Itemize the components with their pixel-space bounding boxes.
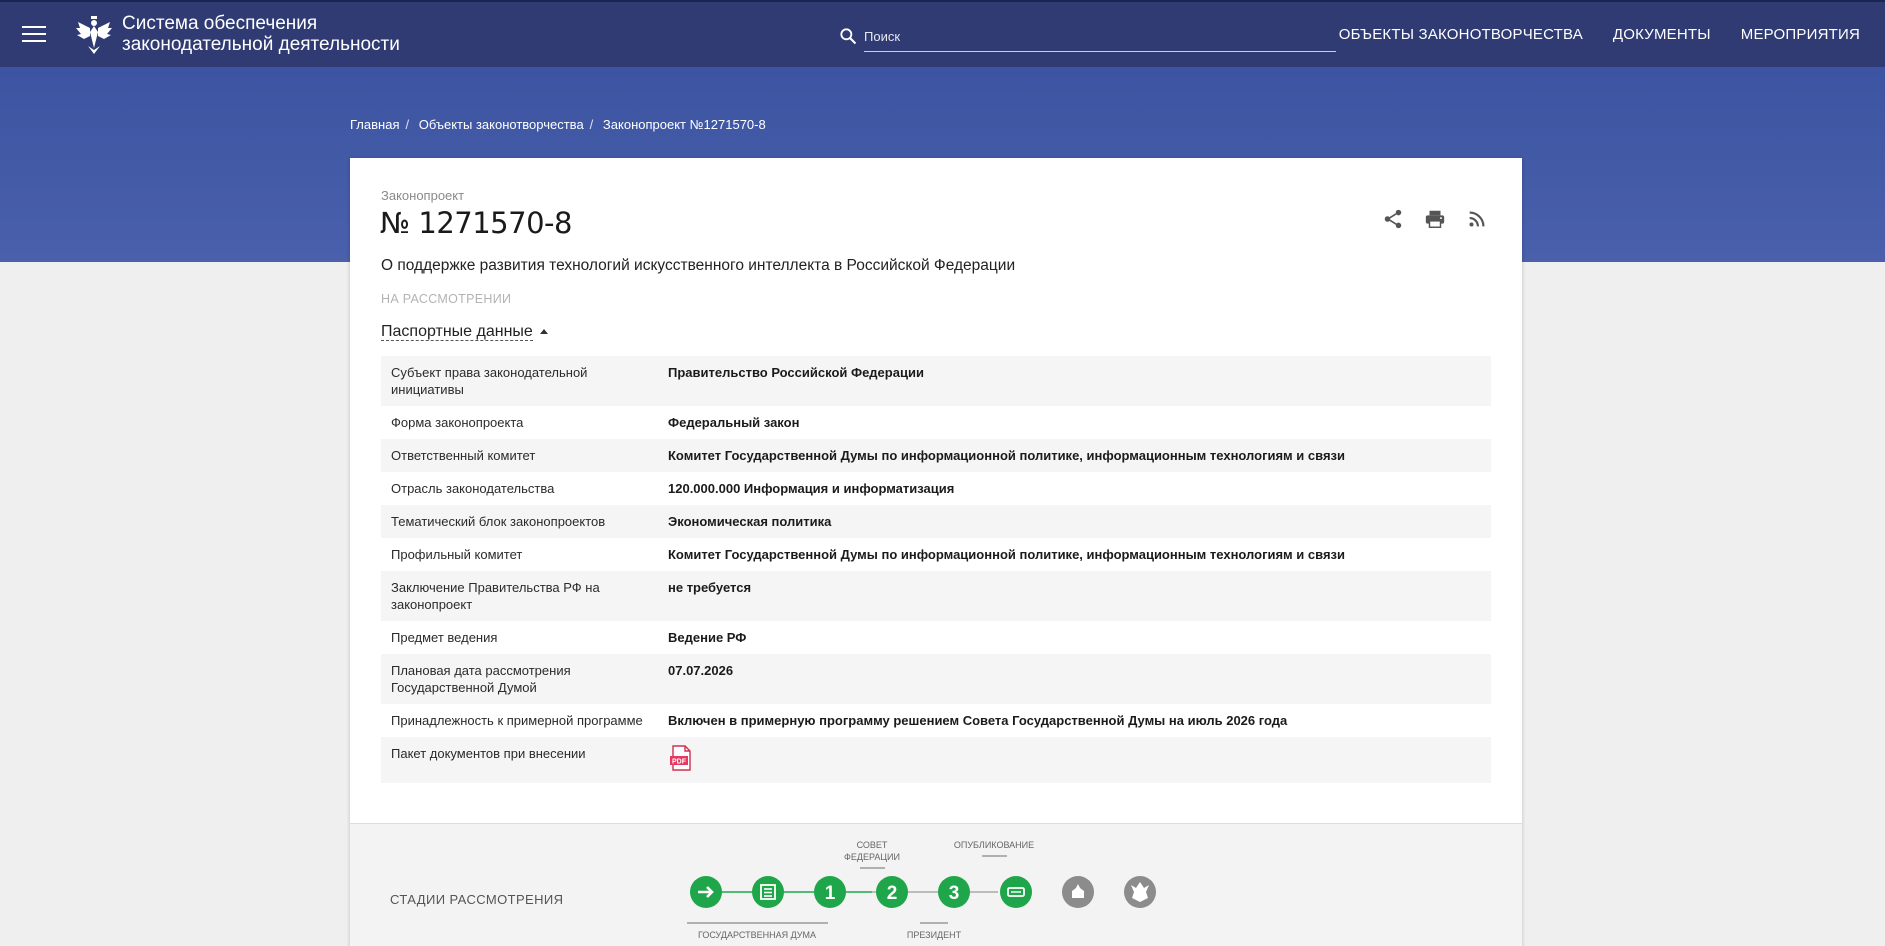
- passport-row-key: Отрасль законодательства: [391, 481, 555, 496]
- passport-row-value: 07.07.2026: [668, 663, 734, 678]
- site-title-line1: Система обеспечения: [122, 13, 318, 34]
- top-bar: Система обеспечения законодательной деят…: [0, 0, 1885, 67]
- passport-row: Тематический блок законопроектов Экономич…: [381, 505, 1491, 538]
- passport-row: Форма законопроекта Федеральный закон: [381, 406, 1491, 439]
- breadcrumb-separator: /: [405, 117, 410, 132]
- print-icon[interactable]: [1424, 208, 1446, 230]
- stage-second-reading[interactable]: 2: [876, 876, 908, 908]
- bill-card: Законопроект № 1271570-8 О поддержке раз…: [350, 158, 1522, 946]
- bill-actions: [1382, 208, 1488, 230]
- breadcrumb-home[interactable]: Главная: [350, 117, 399, 132]
- passport-row-key: Предмет ведения: [391, 630, 498, 645]
- passport-row: Принадлежность к примерной программе Вклю…: [381, 704, 1491, 737]
- bill-status: НА РАССМОТРЕНИИ: [381, 292, 512, 306]
- caret-up-icon: [539, 329, 548, 335]
- breadcrumb-objects[interactable]: Объекты законотворчества: [419, 117, 584, 132]
- passport-row-key: Принадлежность к примерной программе: [391, 713, 643, 728]
- stage-publication[interactable]: [1124, 876, 1156, 908]
- stage-number-1: 1: [825, 883, 836, 904]
- stages-timeline: СОВЕТ ФЕДЕРАЦИИ ОПУБЛИКОВАНИЕ ГОСУДАРСТВ…: [687, 840, 1156, 940]
- nav-legislation-objects[interactable]: ОБЪЕКТЫ ЗАКОНОТВОРЧЕСТВА: [1339, 26, 1583, 43]
- passport-row-value: Комитет Государственной Думы по информац…: [668, 547, 1345, 562]
- passport-row-value: Включен в примерную программу решением С…: [668, 713, 1288, 728]
- menu-icon[interactable]: [22, 26, 46, 44]
- breadcrumb-separator: /: [589, 117, 594, 132]
- passport-row-value: Правительство Российской Федерации: [668, 365, 924, 380]
- stage-group-president: ПРЕЗИДЕНТ: [907, 930, 962, 940]
- breadcrumb: Главная / Объекты законотворчества / Закон…: [350, 117, 766, 132]
- passport-row-key: Пакет документов при внесении: [391, 746, 586, 761]
- passport-row: Пакет документов при внесении PDF: [381, 737, 1491, 783]
- stage-first-reading[interactable]: 1: [814, 876, 846, 908]
- passport-row: Отрасль законодательства 120.000.000 Инфо…: [381, 472, 1491, 505]
- nav-events[interactable]: МЕРОПРИЯТИЯ: [1741, 26, 1860, 43]
- nav-documents[interactable]: ДОКУМЕНТЫ: [1613, 26, 1711, 43]
- passport-row-key: Заключение Правительства РФ на законопро…: [391, 580, 600, 612]
- stages-panel: СТАДИИ РАССМОТРЕНИЯ СОВЕТ ФЕДЕРАЦИИ ОПУБ…: [350, 823, 1522, 946]
- stage-group-federation-council-line1: СОВЕТ: [857, 840, 888, 850]
- eagle-emblem-icon: [76, 16, 112, 54]
- stage-introduction[interactable]: [690, 876, 722, 908]
- passport-row: Заключение Правительства РФ на законопро…: [381, 571, 1491, 621]
- passport-row-key: Профильный комитет: [391, 547, 523, 562]
- search-input[interactable]: [864, 22, 1336, 52]
- passport-row-value: 120.000.000 Информация и информатизация: [668, 481, 955, 496]
- bill-title: О поддержке развития технологий искусств…: [381, 257, 1016, 274]
- pdf-file-icon[interactable]: PDF: [668, 745, 694, 771]
- passport-toggle-label: Паспортные данные: [381, 323, 533, 341]
- stage-group-publication: ОПУБЛИКОВАНИЕ: [954, 840, 1034, 850]
- passport-row: Субъект права законодательной инициативы…: [381, 356, 1491, 406]
- passport-row: Профильный комитет Комитет Государственно…: [381, 538, 1491, 571]
- search-box: [838, 22, 1336, 52]
- stage-president[interactable]: [1062, 876, 1094, 908]
- passport-row: Предмет ведения Ведение РФ: [381, 621, 1491, 654]
- stage-group-federation-council-line2: ФЕДЕРАЦИИ: [844, 852, 900, 862]
- stage-number-2: 2: [887, 883, 898, 904]
- passport-row-key: Тематический блок законопроектов: [391, 514, 606, 529]
- passport-row-value: Комитет Государственной Думы по информац…: [668, 448, 1345, 463]
- pdf-label: PDF: [672, 758, 687, 765]
- stages-label: СТАДИИ РАССМОТРЕНИЯ: [390, 892, 564, 907]
- site-title[interactable]: Система обеспечения законодательной деят…: [122, 13, 400, 55]
- passport-row-key: Форма законопроекта: [391, 415, 524, 430]
- bill-type: Законопроект: [381, 188, 465, 203]
- main-nav: ОБЪЕКТЫ ЗАКОНОТВОРЧЕСТВА ДОКУМЕНТЫ МЕРОП…: [1339, 26, 1860, 43]
- breadcrumb-current: Законопроект №1271570-8: [602, 117, 766, 132]
- passport-row-value: Экономическая политика: [668, 514, 832, 529]
- stage-preliminary-review[interactable]: [752, 876, 784, 908]
- site-title-line2: законодательной деятельности: [122, 34, 400, 55]
- search-icon[interactable]: [838, 26, 858, 46]
- passport-row-value: PDF: [658, 737, 1491, 783]
- passport-row-key: Плановая дата рассмотрения Государственн…: [391, 663, 571, 695]
- passport-row-value: не требуется: [668, 580, 752, 595]
- stage-group-state-duma: ГОСУДАРСТВЕННАЯ ДУМА: [698, 930, 816, 940]
- bill-number: № 1271570-8: [380, 206, 572, 240]
- passport-row-value: Федеральный закон: [668, 415, 800, 430]
- passport-toggle[interactable]: Паспортные данные: [381, 323, 548, 341]
- passport-row: Плановая дата рассмотрения Государственн…: [381, 654, 1491, 704]
- passport-row-key: Ответственный комитет: [391, 448, 536, 463]
- passport-row: Ответственный комитет Комитет Государстве…: [381, 439, 1491, 472]
- stage-number-3: 3: [949, 883, 960, 904]
- stage-federation-council[interactable]: [1000, 876, 1032, 908]
- passport-row-value: Ведение РФ: [668, 630, 747, 645]
- share-icon[interactable]: [1382, 208, 1404, 230]
- passport-row-key: Субъект права законодательной инициативы: [391, 365, 588, 397]
- passport-table: Субъект права законодательной инициативы…: [381, 356, 1491, 783]
- stage-third-reading[interactable]: 3: [938, 876, 970, 908]
- rss-icon[interactable]: [1466, 208, 1488, 230]
